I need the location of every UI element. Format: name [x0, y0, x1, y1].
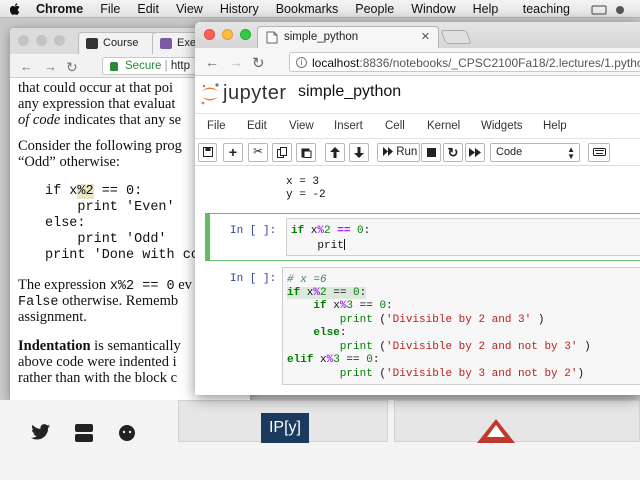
reload-icon[interactable]: ↻ [252, 54, 265, 72]
tab-simple-python[interactable]: simple_python ✕ [257, 26, 439, 48]
code-line: print ('Divisible by 3 and not by 2') [287, 368, 585, 380]
notebook-toolbar: + ✂ Run ↻ Code ▲ ▼ [195, 140, 640, 166]
insert-cell-plus-icon[interactable]: + [223, 143, 243, 162]
menu-edit[interactable]: Edit [137, 2, 159, 16]
code-line: print ('Divisible by 2 and not by 3' ) [287, 341, 591, 353]
github-icon[interactable] [118, 424, 136, 445]
bg-close-button[interactable] [18, 35, 29, 46]
keyboard-icon[interactable] [588, 143, 610, 162]
move-down-icon[interactable] [349, 143, 369, 162]
info-icon[interactable]: i [296, 57, 307, 68]
bg-reload-icon[interactable]: ↻ [66, 59, 78, 76]
forward-icon[interactable]: → [229, 54, 243, 70]
code-line: print ('Divisible by 2 and 3' ) [287, 314, 545, 326]
menu-view[interactable]: View [176, 2, 203, 16]
nb-menu-widgets[interactable]: Widgets [481, 120, 523, 132]
code-line: if x%2 == 0: [291, 225, 371, 237]
bg-panel-right [394, 400, 640, 443]
code-line: else: [287, 327, 347, 339]
new-tab-button[interactable] [440, 30, 472, 44]
menu-window[interactable]: Window [411, 2, 455, 16]
run-button[interactable]: Run [377, 143, 420, 162]
output-line: y = -2 [286, 189, 326, 201]
paste-icon[interactable] [296, 143, 316, 162]
lock-icon [110, 62, 118, 71]
nb-menu-cell[interactable]: Cell [385, 120, 405, 132]
code-line: if x%2 == 0: [287, 287, 367, 299]
cell-type-select[interactable]: Code ▲ ▼ [490, 143, 580, 162]
jupyter-browser-window[interactable]: simple_python ✕ ← → ↻ i localhost:8836/n… [195, 22, 640, 395]
output-line: x = 3 [286, 176, 320, 188]
cell-editor[interactable]: if x%2 == 0: prit [286, 218, 640, 256]
cell-prompt: In [ ]: [230, 273, 277, 285]
notebook-favicon-icon [266, 31, 278, 44]
nb-menu-help[interactable]: Help [543, 120, 567, 132]
bg-minimize-button[interactable] [36, 35, 47, 46]
select-arrows-icon: ▲ ▼ [567, 145, 575, 161]
fast-forward-icon[interactable] [465, 143, 485, 162]
copy-icon[interactable] [272, 143, 292, 162]
nb-menu-kernel[interactable]: Kernel [427, 120, 460, 132]
notebook-menu-bar: File Edit View Insert Cell Kernel Widget… [195, 113, 640, 139]
nb-menu-view[interactable]: View [289, 120, 314, 132]
user-name[interactable]: teaching [523, 2, 570, 16]
exercise-favicon-icon [160, 38, 172, 49]
cut-icon[interactable]: ✂ [248, 143, 268, 162]
code-line: # x =6 [287, 274, 327, 286]
text-cursor [343, 239, 345, 250]
nb-menu-file[interactable]: File [207, 120, 226, 132]
bg-tab-course[interactable]: Course [78, 32, 156, 54]
cell-prompt: In [ ]: [230, 225, 277, 237]
ipython-logo: IP[y] [261, 413, 309, 443]
menu-file[interactable]: File [100, 2, 120, 16]
bg-panel-left: IP[y] [178, 400, 388, 443]
apple-icon[interactable] [9, 2, 20, 15]
menu-bar: Chrome File Edit View History Bookmarks … [0, 0, 640, 18]
jupyter-logo-icon[interactable] [199, 82, 221, 106]
youtube-icon[interactable] [74, 424, 94, 445]
menu-chrome[interactable]: Chrome [36, 2, 83, 16]
menu-help[interactable]: Help [473, 2, 499, 16]
minimize-window-button[interactable] [222, 29, 233, 40]
jupyter-header: jupyter simple_python [195, 77, 640, 111]
save-icon[interactable] [198, 143, 217, 162]
restart-icon[interactable]: ↻ [443, 143, 463, 162]
selected-code-cell[interactable]: In [ ]: if x%2 == 0: prit [205, 213, 640, 261]
bg-code-line-1: if x%2 == 0: [45, 184, 143, 199]
bg-forward-icon[interactable]: → [44, 59, 57, 74]
tray-icons[interactable] [590, 4, 630, 15]
notebook-name[interactable]: simple_python [298, 83, 401, 101]
back-icon[interactable]: ← [205, 54, 219, 70]
bg-zoom-button[interactable] [54, 35, 65, 46]
notebook-page: x = 3 y = -2 In [ ]: if x%2 == 0: prit I… [195, 167, 640, 395]
page-footer: IP[y] [0, 400, 640, 480]
zoom-window-button[interactable] [240, 29, 251, 40]
twitter-icon[interactable] [31, 424, 51, 443]
menu-history[interactable]: History [220, 2, 259, 16]
fg-tab-bar: simple_python ✕ [195, 22, 640, 48]
fg-address-bar: ← → ↻ i localhost:8836/notebooks/_CPSC21… [195, 48, 640, 76]
menu-bookmarks[interactable]: Bookmarks [276, 2, 339, 16]
course-favicon-icon [86, 38, 98, 49]
url-field[interactable]: i localhost:8836/notebooks/_CPSC2100Fa18… [289, 52, 640, 72]
close-window-button[interactable] [204, 29, 215, 40]
bg-back-icon[interactable]: ← [20, 59, 33, 74]
nb-menu-edit[interactable]: Edit [247, 120, 267, 132]
code-line: elif x%3 == 0: [287, 354, 380, 366]
move-up-icon[interactable] [325, 143, 345, 162]
cell-editor[interactable]: # x =6 if x%2 == 0: if x%3 == 0: print (… [282, 267, 640, 385]
close-tab-icon[interactable]: ✕ [421, 30, 430, 43]
code-line: if x%3 == 0: [287, 300, 393, 312]
code-line: prit [291, 239, 345, 252]
jupyter-wordmark[interactable]: jupyter [223, 82, 287, 105]
stop-icon[interactable] [421, 143, 441, 162]
nb-menu-insert[interactable]: Insert [334, 120, 363, 132]
menu-people[interactable]: People [355, 2, 394, 16]
code-cell[interactable]: In [ ]: # x =6 if x%2 == 0: if x%3 == 0:… [205, 265, 640, 395]
logo-icon [477, 419, 515, 443]
notebook-area: x = 3 y = -2 In [ ]: if x%2 == 0: prit I… [195, 167, 640, 395]
